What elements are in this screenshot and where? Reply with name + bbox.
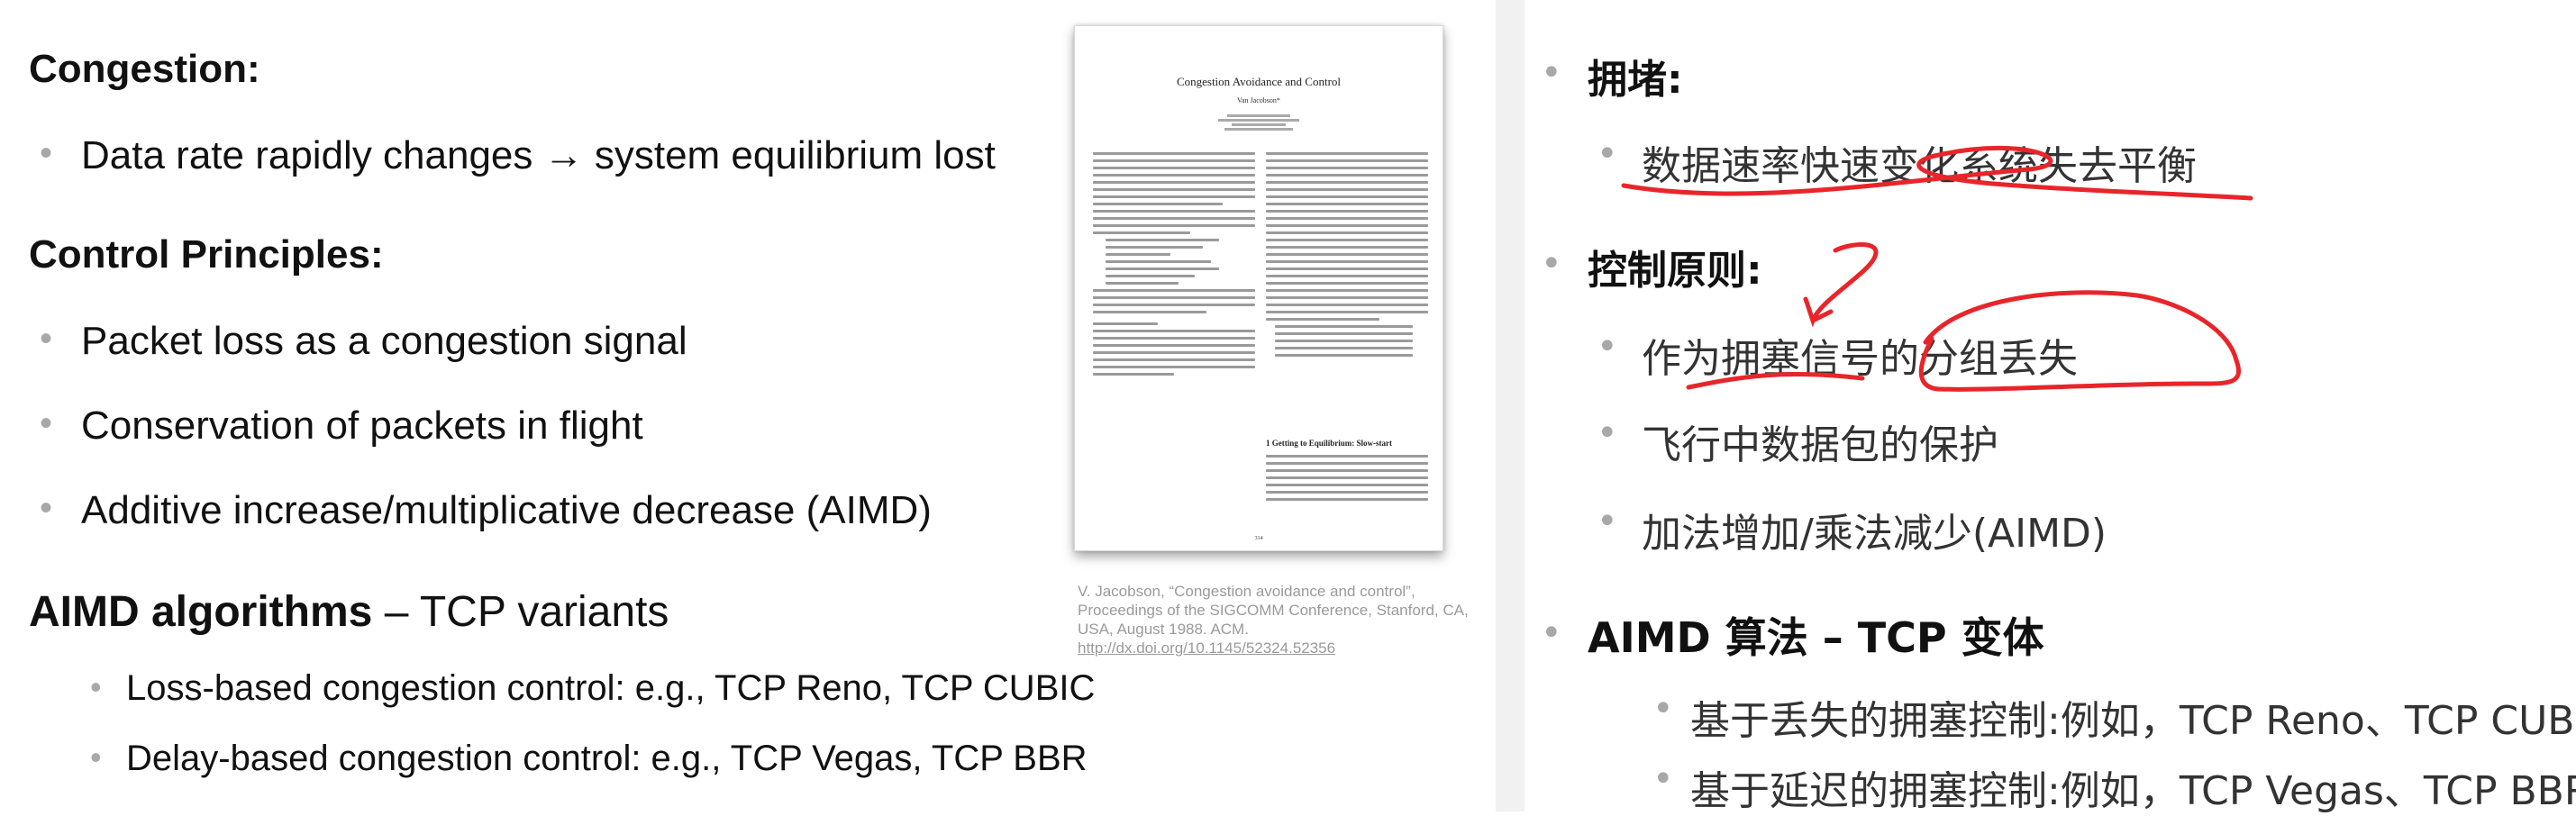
bullet-dot: • (1541, 243, 1562, 285)
zh-principle-item: • 飞行中数据包的保护 (1597, 413, 1998, 470)
aimd-item-text: Delay-based congestion control: e.g., TC… (126, 739, 1088, 778)
aimd-item: • Delay-based congestion control: e.g., … (90, 739, 1088, 779)
paper-title: Congestion Avoidance and Control (1176, 75, 1342, 88)
aimd-heading-bold: AIMD algorithms (29, 588, 373, 636)
zh-principles-heading: 控制原则: (1588, 248, 1762, 294)
zh-principle-text: 飞行中数据包的保护 (1642, 422, 1998, 468)
bullet-dot: • (1597, 326, 1618, 367)
slide-divider (1496, 0, 1525, 811)
bullet-dot: • (90, 739, 102, 775)
principle-item: • Packet loss as a congestion signal (40, 319, 687, 364)
chinese-slide: • 拥堵: • 数据速率快速变化系统失去平衡 • 控制原则: • 作为拥塞信号的… (1525, 0, 2576, 814)
bullet-dot: • (90, 668, 102, 705)
bullet-dot: • (40, 133, 53, 173)
zh-aimd-item: • 基于丢失的拥塞控制:例如，TCP Reno、TCP CUBIC (1652, 688, 2576, 746)
citation-link[interactable]: http://dx.doi.org/10.1145/52324.52356 (1078, 639, 1335, 657)
paper-page-number: 314 (1254, 536, 1263, 541)
citation-text: V. Jacobson, “Congestion avoidance and c… (1078, 583, 1469, 638)
bullet-dot: • (1652, 688, 1674, 730)
zh-aimd-heading: AIMD 算法 – TCP 变体 (1588, 613, 2044, 662)
bullet-dot: • (1597, 133, 1618, 175)
ink-arrow (1803, 242, 1879, 328)
paper-section-heading: 1 Getting to Equilibrium: Slow-start (1266, 439, 1393, 448)
bullet-dot: • (40, 403, 53, 443)
principle-item: • Additive increase/multiplicative decre… (40, 488, 932, 533)
zh-principle-text: 加法增加/乘法减少(AIMD) (1642, 511, 2107, 557)
bullet-dot: • (1541, 52, 1562, 94)
principle-text: Packet loss as a congestion signal (81, 319, 687, 363)
aimd-heading-rest: – TCP variants (372, 588, 669, 636)
bullet-dot: • (1652, 758, 1674, 800)
bullet-dot: • (40, 319, 53, 358)
zh-aimd-item: • 基于延迟的拥塞控制:例如，TCP Vegas、TCP BBR (1652, 758, 2576, 816)
congestion-bullet: • Data rate rapidly changes → system equ… (40, 133, 996, 178)
congestion-heading: Congestion: (29, 47, 260, 91)
english-slide: Congestion: • Data rate rapidly changes … (0, 0, 1496, 811)
zh-principle-item: • 加法增加/乘法减少(AIMD) (1597, 501, 2107, 558)
zh-congestion-bullet: • 数据速率快速变化系统失去平衡 (1597, 133, 2197, 191)
aimd-item: • Loss-based congestion control: e.g., T… (90, 668, 1096, 709)
paper-left-column (1093, 152, 1255, 380)
aimd-heading: AIMD algorithms – TCP variants (29, 587, 669, 637)
paper-right-column (1266, 152, 1428, 361)
zh-aimd-item-text: 基于延迟的拥塞控制:例如，TCP Vegas、TCP BBR (1690, 768, 2576, 814)
zh-principle-text: 作为拥塞信号的分组丢失 (1642, 336, 2078, 382)
zh-congestion-heading: 拥堵: (1588, 57, 1683, 103)
zh-congestion-text: 数据速率快速变化系统失去平衡 (1642, 143, 2197, 189)
bullet-dot: • (1541, 612, 1562, 654)
paper-author: Van Jacobson* (1237, 96, 1280, 104)
principle-item: • Conservation of packets in flight (40, 403, 643, 449)
bullet-dot: • (1597, 413, 1618, 454)
citation: V. Jacobson, “Congestion avoidance and c… (1078, 582, 1492, 657)
zh-principle-item: • 作为拥塞信号的分组丢失 (1597, 326, 2078, 384)
aimd-item-text: Loss-based congestion control: e.g., TCP… (126, 668, 1096, 708)
bullet-dot: • (40, 488, 53, 528)
congestion-bullet-text: Data rate rapidly changes → system equil… (81, 133, 996, 177)
principle-text: Additive increase/multiplicative decreas… (81, 488, 932, 532)
paper-thumbnail: Congestion Avoidance and Control Van Jac… (1074, 25, 1443, 551)
paper-affiliation (1075, 113, 1443, 132)
principles-heading: Control Principles: (29, 232, 384, 277)
bullet-dot: • (1597, 501, 1618, 542)
paper-section-body (1266, 455, 1428, 505)
zh-aimd-item-text: 基于丢失的拥塞控制:例如，TCP Reno、TCP CUBIC (1690, 698, 2576, 744)
principle-text: Conservation of packets in flight (81, 403, 643, 448)
